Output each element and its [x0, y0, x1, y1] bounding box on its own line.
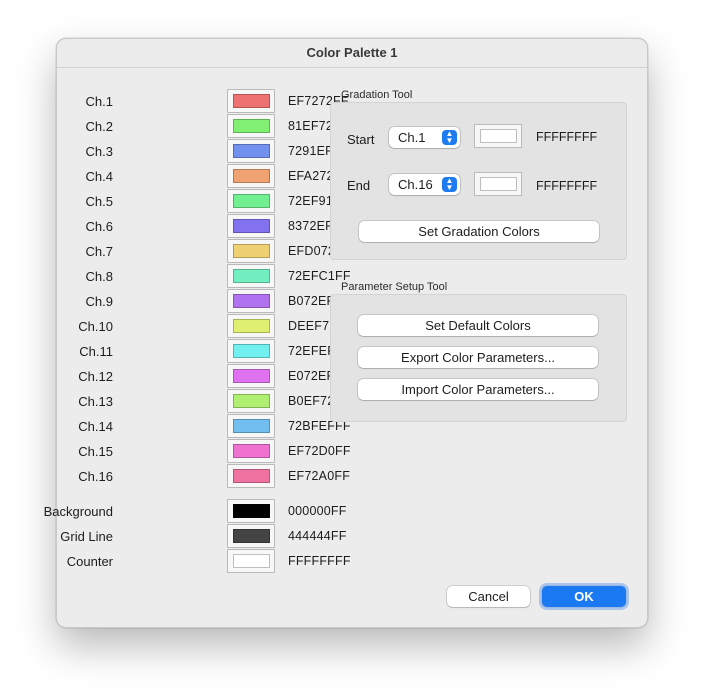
color-well[interactable] [227, 114, 275, 138]
color-well[interactable] [227, 464, 275, 488]
color-label: Ch.4 [85, 169, 113, 184]
color-label: Ch.11 [79, 344, 113, 359]
color-label: Ch.6 [85, 219, 113, 234]
color-well[interactable] [227, 289, 275, 313]
color-well[interactable] [227, 164, 275, 188]
color-swatch [233, 504, 270, 518]
color-swatch [233, 319, 270, 333]
export-color-parameters-button[interactable]: Export Color Parameters... [358, 347, 598, 368]
color-swatch [233, 344, 270, 358]
start-channel-select[interactable]: Ch.1 ▲ ▼ [389, 127, 460, 148]
end-color-swatch [480, 177, 517, 191]
color-well[interactable] [227, 239, 275, 263]
end-color-well[interactable] [474, 172, 522, 196]
color-swatch [233, 554, 270, 568]
color-label: Ch.10 [78, 319, 113, 334]
chevron-updown-icon: ▲ ▼ [442, 177, 457, 192]
end-hex-value: FFFFFFFF [536, 179, 598, 193]
import-color-parameters-button[interactable]: Import Color Parameters... [358, 379, 598, 400]
color-well[interactable] [227, 524, 275, 548]
window-title: Color Palette 1 [57, 39, 647, 68]
color-swatch [233, 469, 270, 483]
color-swatch [233, 169, 270, 183]
color-label: Ch.12 [78, 369, 113, 384]
parameter-setup-tool-group: Set Default Colors Export Color Paramete… [330, 294, 627, 422]
color-label: Ch.7 [85, 244, 113, 259]
color-label: Ch.16 [78, 469, 113, 484]
color-swatch [233, 94, 270, 108]
end-channel-select[interactable]: Ch.16 ▲ ▼ [389, 174, 460, 195]
color-swatch [233, 144, 270, 158]
color-palette-dialog: Color Palette 1 Ch.1 EF7272FF Ch.2 81EF72FF… [44, 38, 648, 628]
color-well[interactable] [227, 139, 275, 163]
color-label: Ch.5 [85, 194, 113, 209]
color-well[interactable] [227, 314, 275, 338]
end-label: End [347, 178, 371, 193]
color-swatch [233, 444, 270, 458]
color-well[interactable] [227, 389, 275, 413]
color-well[interactable] [227, 264, 275, 288]
color-label: Ch.3 [85, 144, 113, 159]
hex-value: EF72D0FF [288, 444, 351, 458]
parameter-setup-tool-title: Parameter Setup Tool [341, 281, 448, 293]
color-label: Ch.2 [85, 119, 113, 134]
set-default-colors-button[interactable]: Set Default Colors [358, 315, 598, 336]
color-well[interactable] [227, 189, 275, 213]
chevron-updown-icon: ▲ ▼ [442, 130, 457, 145]
color-swatch [233, 119, 270, 133]
color-well[interactable] [227, 339, 275, 363]
hex-value: 444444FF [288, 529, 347, 543]
color-label: Grid Line [60, 529, 113, 544]
color-well[interactable] [227, 499, 275, 523]
color-swatch [233, 269, 270, 283]
hex-value: 000000FF [288, 504, 347, 518]
start-color-swatch [480, 129, 517, 143]
color-well[interactable] [227, 364, 275, 388]
hex-value: FFFFFFFF [288, 554, 351, 568]
color-swatch [233, 529, 270, 543]
color-well[interactable] [227, 549, 275, 573]
start-channel-value: Ch.1 [398, 130, 426, 145]
hex-value: EF72A0FF [288, 469, 351, 483]
start-label: Start [347, 132, 375, 147]
gradation-tool-title: Gradation Tool [341, 89, 413, 101]
end-channel-value: Ch.16 [398, 177, 433, 192]
set-gradation-colors-button[interactable]: Set Gradation Colors [359, 221, 599, 242]
ok-button[interactable]: OK [539, 583, 629, 610]
color-swatch [233, 219, 270, 233]
color-swatch [233, 394, 270, 408]
color-label: Ch.15 [78, 444, 113, 459]
color-label: Ch.8 [85, 269, 113, 284]
color-well[interactable] [227, 89, 275, 113]
gradation-tool-group: Start Ch.1 ▲ ▼ FFFFFFFF End Ch.16 ▲ ▼ FFFF… [330, 102, 627, 260]
color-swatch [233, 294, 270, 308]
color-label: Ch.1 [85, 94, 113, 109]
color-label: Ch.14 [78, 419, 113, 434]
color-swatch [233, 369, 270, 383]
start-hex-value: FFFFFFFF [536, 130, 598, 144]
color-well[interactable] [227, 214, 275, 238]
color-label: Ch.13 [78, 394, 113, 409]
color-well[interactable] [227, 439, 275, 463]
color-swatch [233, 419, 270, 433]
start-color-well[interactable] [474, 124, 522, 148]
color-well[interactable] [227, 414, 275, 438]
color-swatch [233, 194, 270, 208]
color-label: Counter [66, 554, 113, 569]
color-swatch [233, 244, 270, 258]
color-label: Background [43, 504, 113, 519]
color-label: Ch.9 [85, 294, 113, 309]
cancel-button[interactable]: Cancel [447, 586, 530, 607]
